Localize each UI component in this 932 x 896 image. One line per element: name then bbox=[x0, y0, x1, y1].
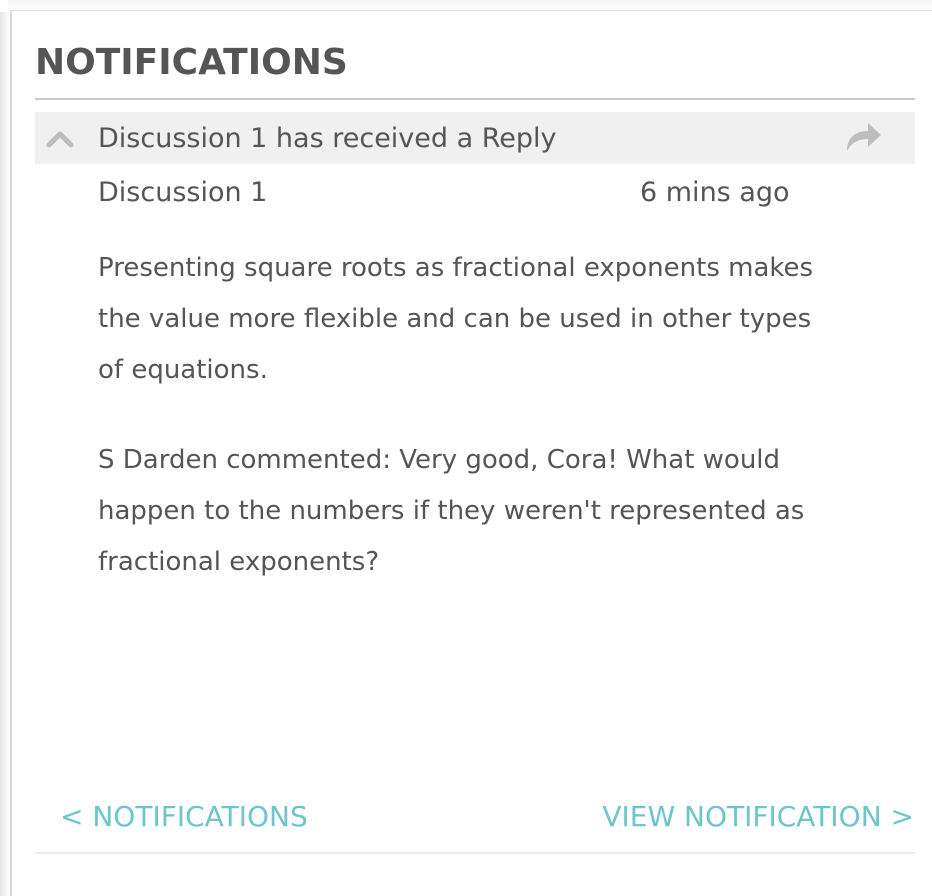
notification-subject: Discussion 1 has received a Reply bbox=[98, 123, 557, 154]
notification-comment: S Darden commented: Very good, Cora! Wha… bbox=[98, 445, 805, 577]
notification-source: Discussion 1 bbox=[98, 177, 268, 208]
notification-timestamp: 6 mins ago bbox=[640, 177, 790, 208]
notification-message: Presenting square roots as fractional ex… bbox=[98, 253, 814, 385]
panel-left-edge bbox=[10, 10, 12, 896]
share-forward-icon[interactable] bbox=[842, 120, 884, 154]
panel-title: NOTIFICATIONS bbox=[35, 42, 348, 83]
notifications-panel: NOTIFICATIONS Discussion 1 has received … bbox=[0, 0, 932, 896]
view-notification-link[interactable]: VIEW NOTIFICATION > bbox=[602, 798, 914, 836]
footer-divider bbox=[35, 852, 915, 854]
chevron-up-icon[interactable] bbox=[45, 126, 75, 150]
back-to-notifications-link[interactable]: < NOTIFICATIONS bbox=[60, 798, 308, 836]
panel-shadow-left bbox=[0, 12, 10, 896]
panel-top-edge bbox=[10, 10, 932, 11]
title-divider bbox=[35, 98, 915, 100]
